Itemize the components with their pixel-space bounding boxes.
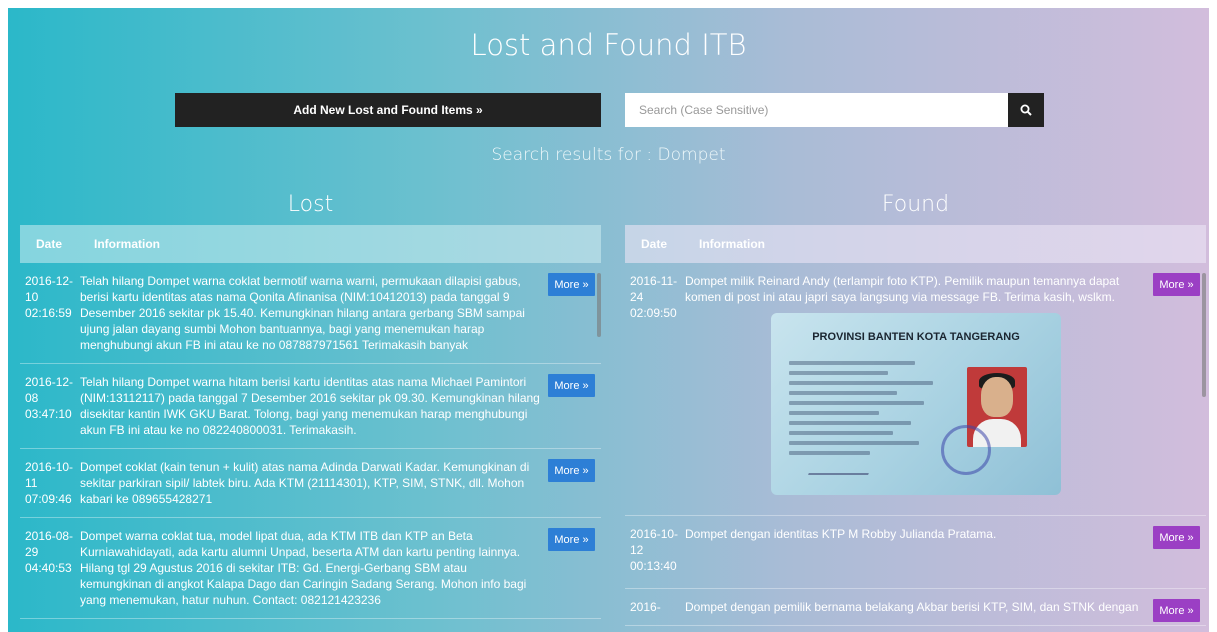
row-info: Dompet dengan identitas KTP M Robby Juli… <box>685 527 997 541</box>
ktp-stamp <box>941 425 991 475</box>
lost-scrollbar[interactable] <box>597 273 601 337</box>
table-row: 2016-10-12 00:13:40 Dompet dengan identi… <box>625 516 1206 589</box>
row-date: 2016-10-12 00:13:40 <box>630 527 679 573</box>
found-scrollbar[interactable] <box>1202 273 1206 397</box>
row-info: Dompet warna coklat tua, model lipat dua… <box>80 529 527 607</box>
lost-col-info: Information <box>94 237 160 251</box>
table-row: 2016-11-24 02:09:50 Dompet milik Reinard… <box>625 263 1206 516</box>
row-info-text: Dompet milik Reinard Andy (terlampir fot… <box>685 274 1120 304</box>
ktp-signature <box>808 459 874 475</box>
add-item-button[interactable]: Add New Lost and Found Items » <box>175 93 601 127</box>
row-date: 2016-10-11 07:09:46 <box>25 460 74 506</box>
search-icon <box>1020 104 1032 116</box>
more-button[interactable]: More » <box>548 459 595 482</box>
ktp-photo: PROVINSI BANTEN KOTA TANGERANG <box>771 313 1061 495</box>
lost-title: Lost <box>287 192 334 217</box>
found-table-header: Date Information <box>625 225 1206 263</box>
ktp-header: PROVINSI BANTEN KOTA TANGERANG <box>812 331 1020 343</box>
more-button[interactable]: More » <box>548 374 595 397</box>
table-row: 2016-08-29 04:40:53 Dompet warna coklat … <box>20 518 601 619</box>
found-col-info: Information <box>699 237 765 251</box>
row-date: 2016-08-29 04:40:53 <box>25 529 74 575</box>
search-input[interactable] <box>625 93 1008 127</box>
table-row: 2016-12-08 03:47:10 Telah hilang Dompet … <box>20 364 601 449</box>
lost-rows: 2016-12-10 02:16:59 Telah hilang Dompet … <box>20 263 601 619</box>
lost-table-header: Date Information <box>20 225 601 263</box>
lost-table: Date Information 2016-12-10 02:16:59 Tel… <box>20 225 601 632</box>
search-button[interactable] <box>1008 93 1044 127</box>
page: Lost and Found ITB Add New Lost and Foun… <box>8 8 1209 632</box>
more-button[interactable]: More » <box>548 528 595 551</box>
lost-col-date: Date <box>36 237 63 251</box>
more-button[interactable]: More » <box>1153 526 1200 549</box>
search-results-label: Search results for : Dompet <box>491 145 726 165</box>
page-title: Lost and Found ITB <box>470 28 747 62</box>
row-info: Dompet milik Reinard Andy (terlampir fot… <box>683 263 1206 515</box>
row-info: Dompet dengan pemilik bernama belakang A… <box>685 600 1139 614</box>
more-button[interactable]: More » <box>1153 273 1200 296</box>
row-date: 2016-11-24 02:09:50 <box>630 274 678 320</box>
row-info: Telah hilang Dompet warna coklat bermoti… <box>80 274 525 352</box>
more-button[interactable]: More » <box>1153 599 1200 622</box>
row-info: Dompet coklat (kain tenun + kulit) atas … <box>80 460 530 506</box>
row-date: 2016- <box>630 600 661 614</box>
row-date: 2016-12-08 03:47:10 <box>25 375 74 421</box>
table-row: 2016-10-11 07:09:46 Dompet coklat (kain … <box>20 449 601 518</box>
found-table: Date Information 2016-11-24 02:09:50 Dom… <box>625 225 1206 632</box>
more-button[interactable]: More » <box>548 273 595 296</box>
row-info: Telah hilang Dompet warna hitam berisi k… <box>80 375 540 437</box>
table-row: 2016- Dompet dengan pemilik bernama bela… <box>625 589 1206 626</box>
found-rows: 2016-11-24 02:09:50 Dompet milik Reinard… <box>625 263 1206 626</box>
table-row: 2016-12-10 02:16:59 Telah hilang Dompet … <box>20 263 601 364</box>
found-title: Found <box>881 192 950 217</box>
row-date: 2016-12-10 02:16:59 <box>25 274 74 320</box>
found-col-date: Date <box>641 237 668 251</box>
